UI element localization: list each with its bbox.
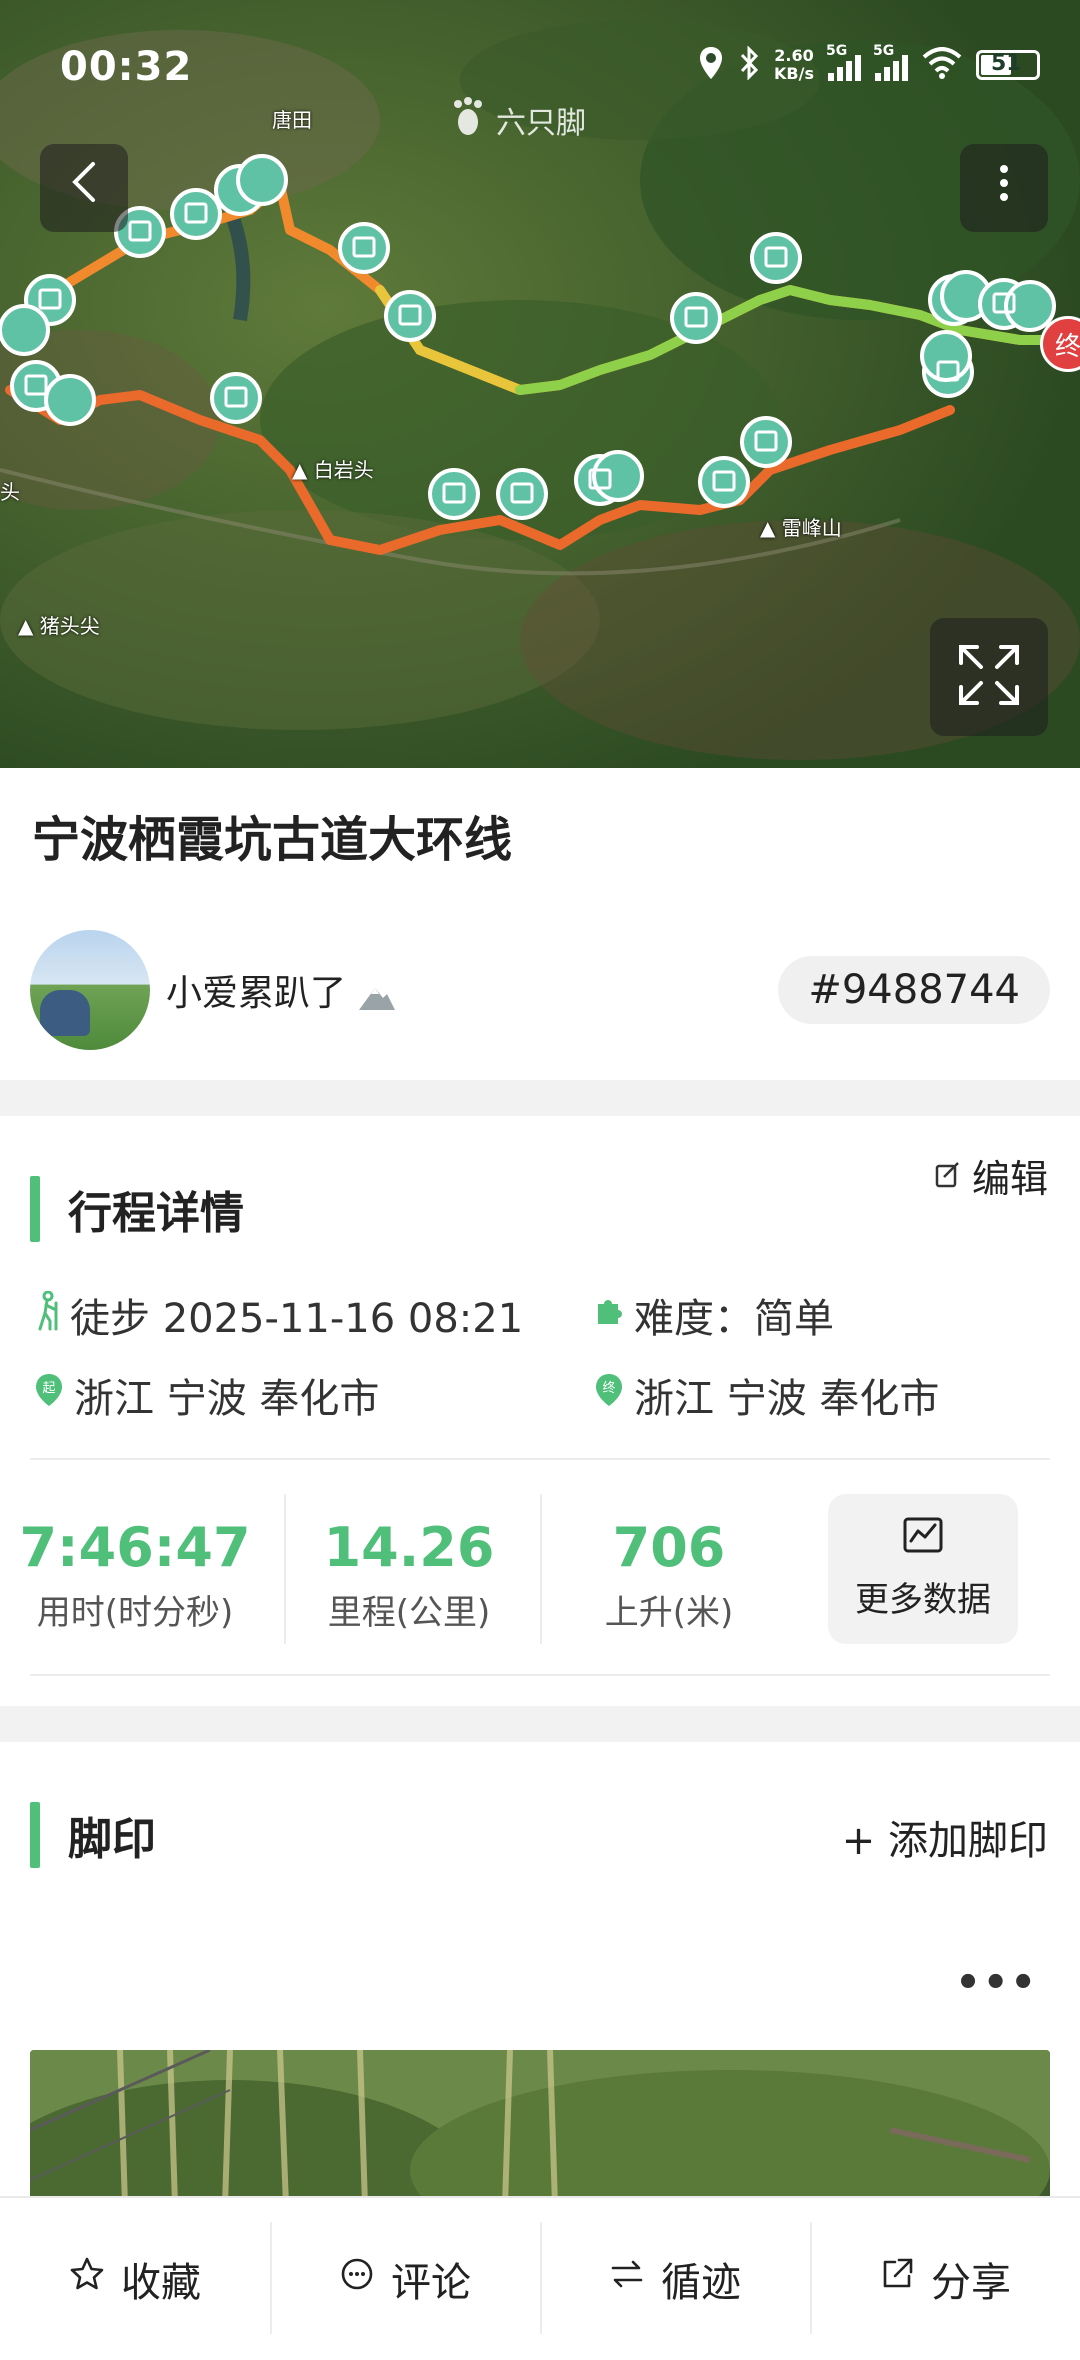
route-icon bbox=[609, 2256, 645, 2302]
edit-button[interactable]: 编辑 bbox=[934, 1148, 1048, 1203]
section-accent-bar bbox=[30, 1802, 40, 1868]
comment-button[interactable]: 评论 bbox=[270, 2198, 540, 2360]
trip-details-title: 行程详情 bbox=[68, 1188, 244, 1239]
footprints-title: 脚印 bbox=[68, 1814, 156, 1865]
follow-route-button[interactable]: 循迹 bbox=[540, 2198, 810, 2360]
status-bar: 00:32 2.60 KB/s 5G 5G 51 bbox=[0, 0, 1080, 140]
back-button[interactable] bbox=[40, 144, 128, 232]
add-footprint-button[interactable]: + 添加脚印 bbox=[842, 1808, 1048, 1866]
stat-distance: 14.26 里程(公里) bbox=[323, 1516, 495, 1633]
author-name[interactable]: 小爱累趴了 bbox=[166, 964, 397, 1016]
hiking-icon bbox=[34, 1290, 60, 1339]
svg-text:终: 终 bbox=[602, 1380, 615, 1396]
place-label: ▲ 白岩头 bbox=[292, 458, 374, 482]
signal-icon: 5G bbox=[826, 43, 861, 81]
start-location: 起 浙江 宁波 奉化市 bbox=[34, 1366, 379, 1424]
stat-ascent: 706 上升(米) bbox=[604, 1516, 734, 1633]
location-icon bbox=[698, 45, 724, 85]
trip-details-header: 行程详情 bbox=[30, 1176, 244, 1242]
author-info[interactable]: 小爱累趴了 bbox=[30, 930, 397, 1050]
chevron-left-icon bbox=[69, 160, 99, 216]
share-icon bbox=[879, 2256, 915, 2302]
place-label: ▲ 猪头尖 bbox=[18, 614, 100, 638]
net-speed: 2.60 KB/s bbox=[774, 46, 814, 83]
mountain-badge-icon bbox=[357, 980, 397, 1010]
difficulty-info: 难度：简单 bbox=[594, 1286, 834, 1344]
status-time: 00:32 bbox=[60, 44, 193, 90]
chart-icon bbox=[903, 1517, 943, 1562]
signal-icon: 5G bbox=[873, 43, 908, 81]
stat-duration: 7:46:47 用时(时分秒) bbox=[19, 1516, 251, 1633]
footprints-header: 脚印 bbox=[30, 1802, 156, 1868]
more-vertical-icon bbox=[999, 163, 1009, 213]
favorite-button[interactable]: 收藏 bbox=[0, 2198, 270, 2360]
end-pin-icon: 终 bbox=[594, 1372, 624, 1418]
svg-text:起: 起 bbox=[42, 1381, 55, 1396]
star-icon bbox=[69, 2256, 105, 2302]
bottom-action-bar: 收藏 评论 循迹 分享 bbox=[0, 2196, 1080, 2360]
bluetooth-icon bbox=[738, 45, 760, 84]
footprint-more-button[interactable]: ••• bbox=[955, 1960, 1038, 2006]
share-button[interactable]: 分享 bbox=[810, 2198, 1080, 2360]
place-label: ▲ 雷峰山 bbox=[760, 516, 842, 540]
section-separator bbox=[0, 1080, 1080, 1116]
section-separator bbox=[0, 1706, 1080, 1742]
section-accent-bar bbox=[30, 1176, 40, 1242]
end-location: 终 浙江 宁波 奉化市 bbox=[594, 1366, 939, 1424]
divider bbox=[30, 1674, 1050, 1676]
place-label: 头 bbox=[0, 480, 20, 504]
comment-icon bbox=[339, 2256, 375, 2302]
battery-icon: 51 bbox=[976, 50, 1040, 80]
avatar[interactable] bbox=[30, 930, 150, 1050]
fullscreen-button[interactable] bbox=[930, 618, 1048, 736]
more-options-button[interactable] bbox=[960, 144, 1048, 232]
route-title: 宁波栖霞坑古道大环线 bbox=[32, 812, 513, 868]
more-data-button[interactable]: 更多数据 bbox=[828, 1494, 1018, 1644]
divider bbox=[540, 1494, 542, 1644]
route-map[interactable]: 唐田 ▲ 白岩头 ▲ 雷峰山 ▲ 猪头尖 头 六只脚 终 00:32 2.60 … bbox=[0, 0, 1080, 768]
route-id-badge[interactable]: #9488744 bbox=[778, 956, 1050, 1024]
activity-info: 徒步 2025-11-16 08:21 bbox=[34, 1286, 523, 1344]
divider bbox=[30, 1458, 1050, 1460]
start-pin-icon: 起 bbox=[34, 1372, 64, 1418]
puzzle-icon bbox=[594, 1296, 624, 1334]
edit-icon bbox=[934, 1154, 962, 1198]
wifi-icon bbox=[922, 47, 962, 83]
expand-icon bbox=[957, 643, 1021, 711]
